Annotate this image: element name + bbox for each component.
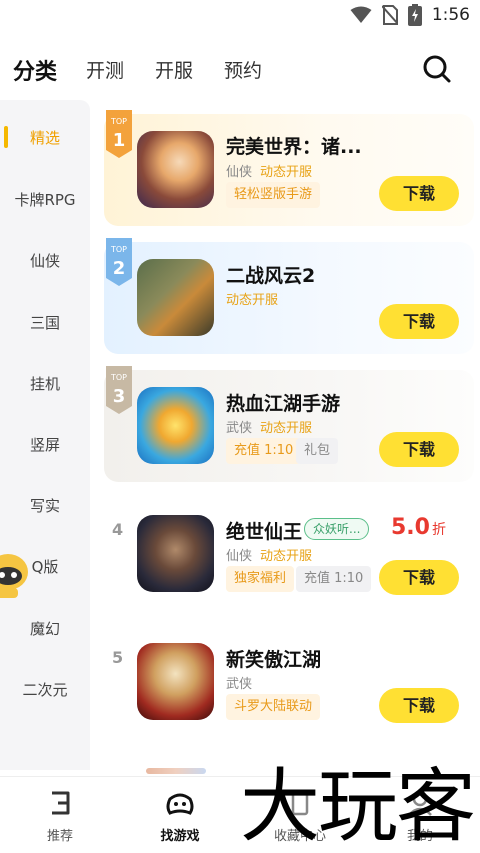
rank-badge-top1: TOP 1 bbox=[106, 110, 132, 158]
game-tag: 轻松竖版手游 bbox=[226, 182, 321, 208]
tab-server-open[interactable]: 开服 bbox=[155, 56, 193, 83]
game-genre: 武侠 bbox=[226, 421, 253, 436]
download-button[interactable]: 下载 bbox=[379, 688, 459, 723]
game-tag: 独家福利 bbox=[226, 566, 295, 592]
game-dynamic-server: 动态开服 bbox=[260, 549, 313, 564]
game-meta: 仙侠 动态开服 bbox=[226, 161, 312, 180]
watermark-logo: 大玩客 bbox=[240, 760, 476, 853]
game-dynamic-server: 动态开服 bbox=[260, 421, 313, 436]
game-title[interactable]: 完美世界：诸... bbox=[226, 132, 362, 159]
sidebar-item-featured[interactable]: 精选 bbox=[0, 127, 90, 148]
game-tag: 斗罗大陆联动 bbox=[226, 694, 321, 720]
search-icon[interactable] bbox=[422, 54, 452, 84]
rank-number: 1 bbox=[113, 130, 126, 151]
floating-mascot-icon[interactable] bbox=[0, 550, 30, 602]
game-title[interactable]: 绝世仙王 bbox=[226, 517, 302, 544]
tab-reservation[interactable]: 预约 bbox=[224, 56, 262, 83]
download-button[interactable]: 下载 bbox=[379, 304, 459, 339]
bottom-nav-label: 推荐 bbox=[46, 829, 73, 844]
game-meta: 仙侠 动态开服 bbox=[226, 545, 312, 564]
bottom-nav-recommend[interactable]: 推荐 bbox=[20, 789, 100, 844]
sidebar-item-anime[interactable]: 二次元 bbox=[0, 679, 90, 700]
battery-charging-icon bbox=[407, 4, 422, 26]
rank-badge-label: TOP bbox=[110, 245, 127, 254]
tab-beta-test[interactable]: 开测 bbox=[86, 56, 124, 83]
rank-badge-label: TOP bbox=[110, 117, 127, 126]
status-bar: 1:56 bbox=[0, 0, 480, 34]
no-sim-icon bbox=[381, 5, 398, 25]
sidebar-item-fantasy[interactable]: 魔幻 bbox=[0, 618, 90, 639]
game-tag: 礼包 bbox=[296, 438, 339, 464]
game-icon-peerless-immortal-king[interactable] bbox=[137, 515, 214, 592]
game-title[interactable]: 热血江湖手游 bbox=[226, 389, 340, 416]
game-dynamic-server: 动态开服 bbox=[226, 293, 279, 308]
game-genre: 仙侠 bbox=[226, 549, 253, 564]
game-meta: 武侠 动态开服 bbox=[226, 417, 312, 436]
discount-value: 5.0 bbox=[391, 515, 430, 540]
sidebar-item-three-kingdoms[interactable]: 三国 bbox=[0, 312, 90, 333]
sidebar-item-xianxia[interactable]: 仙侠 bbox=[0, 250, 90, 271]
game-icon-new-swordsman[interactable] bbox=[137, 643, 214, 720]
game-icon-perfect-world[interactable] bbox=[137, 131, 214, 208]
rank-number: 3 bbox=[113, 386, 126, 407]
status-time: 1:56 bbox=[431, 5, 470, 25]
rank-number-4: 4 bbox=[112, 520, 124, 539]
download-button[interactable]: 下载 bbox=[379, 176, 459, 211]
sidebar-item-idle[interactable]: 挂机 bbox=[0, 373, 90, 394]
rank-badge-top3: TOP 3 bbox=[106, 366, 132, 414]
discount-label: 5.0 折 bbox=[391, 515, 446, 540]
download-button[interactable]: 下载 bbox=[379, 560, 459, 595]
gamepad-icon bbox=[166, 793, 194, 815]
sidebar-item-card-rpg[interactable]: 卡牌RPG bbox=[0, 189, 90, 210]
next-game-icon-peek bbox=[146, 768, 206, 774]
game-icon-ww2-storm[interactable] bbox=[137, 259, 214, 336]
rank-badge-label: TOP bbox=[110, 373, 127, 382]
tab-category[interactable]: 分类 bbox=[13, 54, 57, 86]
sidebar-item-realistic[interactable]: 写实 bbox=[0, 495, 90, 516]
bottom-nav-label: 找游戏 bbox=[160, 829, 200, 844]
game-title[interactable]: 新笑傲江湖 bbox=[226, 645, 321, 672]
rank-number-5: 5 bbox=[112, 648, 124, 667]
bottom-nav-find-games[interactable]: 找游戏 bbox=[140, 789, 220, 844]
recommend-icon bbox=[52, 791, 70, 815]
top-tab-bar: 分类 开测 开服 预约 bbox=[0, 50, 480, 92]
game-promo-badge: 众妖听... bbox=[304, 518, 370, 540]
discount-unit: 折 bbox=[431, 522, 446, 538]
rank-number: 2 bbox=[113, 258, 126, 279]
game-icon-hot-blood-jianghu[interactable] bbox=[137, 387, 214, 464]
game-dynamic-server: 动态开服 bbox=[260, 165, 313, 180]
rank-badge-top2: TOP 2 bbox=[106, 238, 132, 286]
game-genre: 仙侠 bbox=[226, 165, 253, 180]
game-meta: 武侠 bbox=[226, 673, 260, 692]
download-button[interactable]: 下载 bbox=[379, 432, 459, 467]
game-meta: 动态开服 bbox=[226, 289, 278, 308]
sidebar-item-portrait[interactable]: 竖屏 bbox=[0, 434, 90, 455]
game-tag: 充值 1:10 bbox=[226, 438, 302, 464]
wifi-icon bbox=[350, 6, 372, 23]
game-tag: 充值 1:10 bbox=[296, 566, 372, 592]
game-title[interactable]: 二战风云2 bbox=[226, 261, 315, 288]
game-genre: 武侠 bbox=[226, 677, 253, 692]
